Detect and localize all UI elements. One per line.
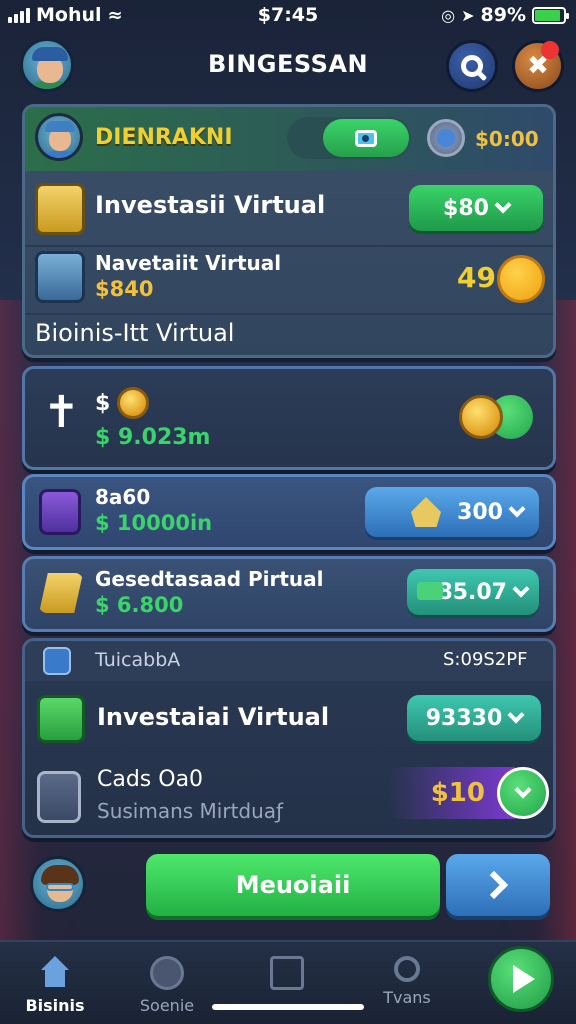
business-value: $ 10000in	[95, 511, 213, 535]
money-stack-icon	[417, 582, 443, 600]
business-value: $ 6.800	[95, 593, 184, 617]
home-icon	[38, 956, 72, 990]
play-button[interactable]	[488, 946, 554, 1012]
chevron-down-icon	[508, 500, 526, 518]
shopping-bag-icon	[37, 771, 81, 823]
tab-label: Soenie	[139, 996, 195, 1015]
tab-label[interactable]: TuicabbA	[95, 649, 180, 671]
chat-icon	[150, 956, 184, 990]
checkmark-icon	[514, 781, 532, 799]
balance-panel: ✝ $ $ 9.023m	[22, 366, 556, 470]
business-row: Gesedtasaad Pirtual $ 6.800 85.07	[22, 556, 556, 632]
reward-value: $10	[387, 767, 515, 819]
profile-button[interactable]: ✖	[512, 40, 564, 92]
worker-icon	[35, 251, 85, 303]
search-button[interactable]	[446, 40, 498, 92]
balance-value: $ 9.023m	[95, 425, 211, 450]
tab-search[interactable]: Tvans	[362, 956, 452, 1007]
upgrade-button-label: 300	[457, 499, 503, 525]
tab-shop[interactable]	[242, 956, 332, 996]
app-header: BINGESSAN ✖	[0, 34, 576, 102]
top-panel-title: DIENRAKNI	[95, 125, 233, 150]
item-label: Navetaiit Virtual	[95, 251, 282, 275]
gold-bars-icon	[35, 183, 85, 235]
panel-tabs: TuicabbA S:09S2PF	[25, 641, 553, 681]
chevron-down-icon	[512, 580, 530, 598]
business-label: Gesedtasaad Pirtual	[95, 567, 324, 591]
play-icon	[513, 965, 535, 993]
arrow-right-icon	[479, 870, 509, 900]
confirm-button[interactable]	[497, 767, 549, 819]
item-label: Investaiai Virtual	[97, 703, 330, 731]
battery-percent: 89%	[480, 4, 526, 26]
upgrade-button-label: 85.07	[437, 579, 507, 605]
status-bar: Mohul ≈ $7:45 ◎ ➤ 89%	[0, 0, 576, 32]
divider	[25, 313, 553, 315]
upgrade-button[interactable]: 300	[365, 487, 539, 537]
map-pin-icon	[43, 647, 71, 675]
notification-badge	[541, 41, 559, 59]
invest-button-label: $80	[443, 195, 489, 221]
item-label: Cads Oa0	[97, 767, 204, 792]
home-indicator[interactable]	[212, 1004, 364, 1010]
list-item: Cads Oa0 Susimans Mirtduaƒ $10	[25, 759, 553, 837]
list-item: Investaiai Virtual 93330	[25, 685, 553, 755]
advisor-avatar[interactable]	[30, 856, 86, 912]
chevron-down-icon	[507, 706, 525, 724]
search-icon	[461, 55, 483, 77]
item-sublabel: Susimans Mirtduaƒ	[97, 799, 284, 823]
gold-bar-icon	[39, 573, 83, 613]
top-panel-header: DIENRAKNI $0:00	[25, 107, 553, 171]
balance-label: $	[95, 391, 111, 416]
search-icon	[394, 956, 420, 982]
rotation-lock-icon: ◎	[441, 5, 456, 25]
coin-icon	[117, 387, 149, 419]
investment-panel: TuicabbA S:09S2PF Investaiai Virtual 933…	[22, 638, 556, 838]
tab-value: S:09S2PF	[443, 649, 528, 670]
tab-social[interactable]: Soenie	[122, 956, 212, 1015]
invest-button[interactable]: 93330	[407, 695, 541, 741]
business-row: 8a60 $ 10000in 300	[22, 474, 556, 550]
cross-icon: ✝	[43, 387, 80, 438]
chevron-down-icon	[494, 196, 512, 214]
item-value: $840	[95, 277, 154, 301]
tab-label: Bisinis	[25, 996, 85, 1015]
level-value: 49	[457, 261, 496, 294]
list-item: Investasii Virtual $80	[25, 175, 553, 245]
upgrade-button[interactable]: 85.07	[407, 569, 539, 615]
item-label: Investasii Virtual	[95, 191, 326, 219]
camera-toggle[interactable]	[287, 117, 411, 159]
lightbulb-icon[interactable]	[497, 255, 545, 303]
primary-action-button[interactable]: Meuoiaii	[146, 854, 440, 916]
globe-icon	[427, 119, 465, 157]
invest-button-label: 93330	[425, 705, 503, 731]
list-item: Navetaiit Virtual $840 49	[25, 247, 553, 313]
manager-avatar[interactable]	[35, 113, 83, 161]
next-button[interactable]	[446, 854, 550, 916]
tab-business[interactable]: Bisinis	[10, 956, 100, 1015]
chart-icon	[39, 489, 81, 535]
shop-icon	[270, 956, 304, 990]
coin-icon[interactable]	[459, 395, 503, 439]
top-panel-value: $0:00	[475, 127, 539, 151]
location-icon: ➤	[461, 5, 475, 25]
camera-icon	[355, 129, 377, 147]
house-icon	[411, 497, 441, 527]
status-right: ◎ ➤ 89%	[441, 4, 569, 26]
panel-footer-label: Bioinis-Itt Virtual	[35, 319, 235, 347]
document-icon	[37, 695, 85, 743]
invest-button[interactable]: $80	[409, 185, 543, 231]
tab-label: Tvans	[383, 988, 431, 1007]
battery-icon	[532, 6, 569, 24]
business-label: 8a60	[95, 485, 151, 509]
top-panel: DIENRAKNI $0:00 Investasii Virtual $80 N…	[22, 104, 556, 358]
